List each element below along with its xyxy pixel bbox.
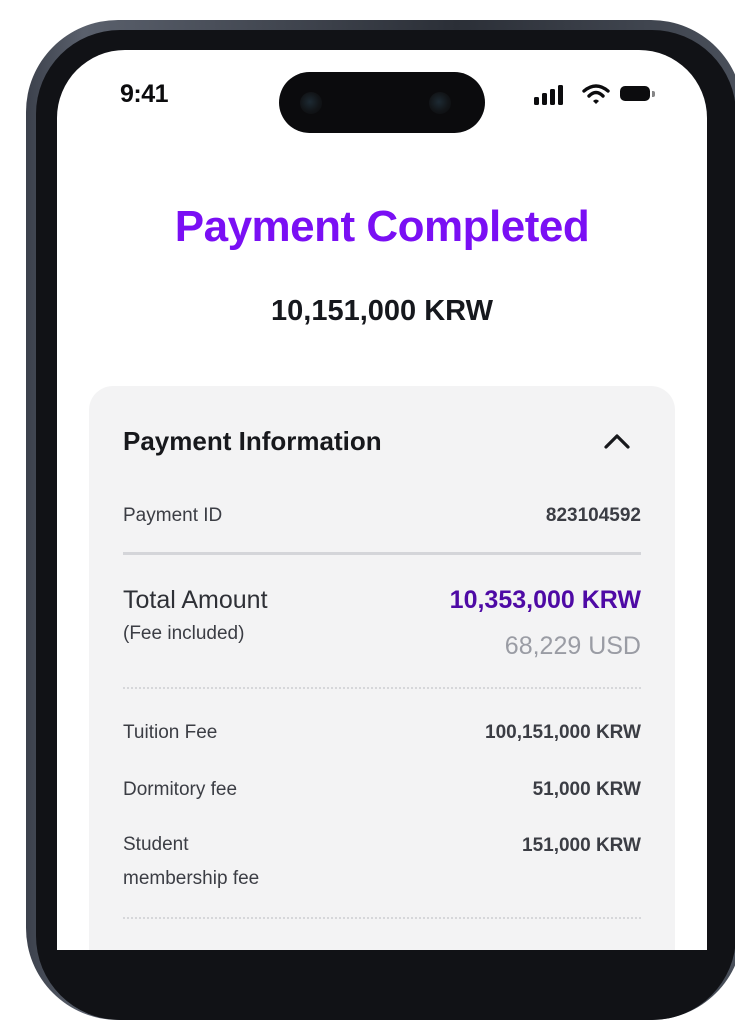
wifi-icon [582, 84, 610, 104]
status-icons [534, 83, 664, 105]
tuition-fee-label: Tuition Fee [123, 722, 218, 743]
fee-note: (Fee included) [123, 623, 245, 644]
dormitory-fee-label: Dormitory fee [123, 779, 238, 800]
total-amount-krw: 10,353,000 KRW [449, 586, 641, 614]
payment-id-label: Payment ID [123, 505, 223, 526]
chevron-up-icon[interactable] [602, 431, 632, 451]
payment-id-value: 823104592 [545, 505, 641, 526]
membership-fee-label-line1: Student [123, 834, 189, 855]
battery-icon [620, 86, 650, 101]
paid-amount: 10,151,000 KRW [271, 295, 493, 327]
screen: 9:41 Payment Completed 10,151,000 KRW Pa… [57, 50, 707, 950]
membership-fee-label: Student membership fee [123, 828, 259, 896]
camera-icon [429, 92, 451, 114]
sensor-icon [300, 92, 322, 114]
dormitory-fee-value: 51,000 KRW [532, 779, 641, 800]
payment-info-card: Payment Information Payment ID 823104592… [89, 386, 675, 950]
tuition-fee-value: 100,151,000 KRW [485, 722, 641, 743]
membership-fee-label-line2: membership fee [123, 868, 260, 889]
total-amount-usd: 68,229 USD [504, 632, 641, 660]
divider [123, 552, 641, 555]
page-title: Payment Completed [174, 202, 590, 251]
total-amount-label: Total Amount [123, 586, 268, 614]
dotted-divider [123, 917, 641, 919]
dotted-divider [123, 687, 641, 689]
battery-tip [652, 91, 655, 97]
card-title: Payment Information [123, 426, 382, 456]
status-time: 9:41 [120, 80, 169, 108]
dynamic-island [279, 72, 485, 133]
membership-fee-value: 151,000 KRW [522, 835, 641, 856]
